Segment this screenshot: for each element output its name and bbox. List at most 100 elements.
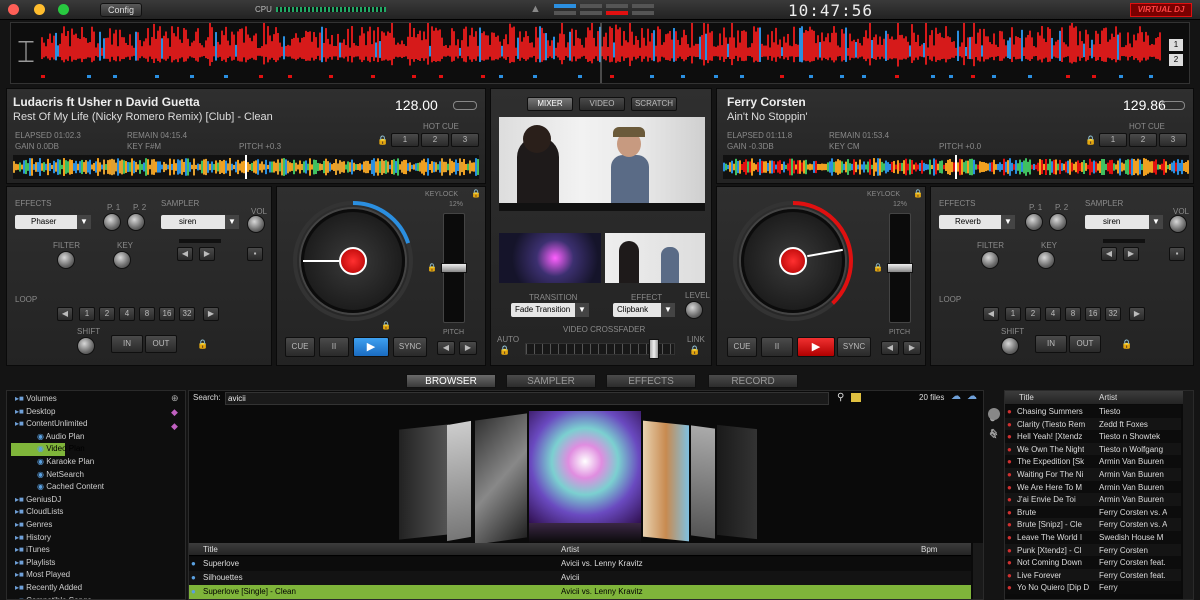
- folder-tree-item[interactable]: ▸■ Most Played: [11, 569, 185, 582]
- layout-preset-5[interactable]: [606, 4, 628, 8]
- side-list-row[interactable]: ● The Expedition [Sk Armin Van Buuren: [1005, 455, 1181, 468]
- deck-right-pause-button[interactable]: II: [761, 337, 793, 357]
- search-icon[interactable]: ⚲: [837, 392, 844, 403]
- layout-preset-3[interactable]: [580, 4, 602, 8]
- deck-left-pitch-up-button[interactable]: ▶: [459, 341, 477, 355]
- deck-right-sampler-dropdown-icon[interactable]: ▼: [1149, 215, 1163, 229]
- side-edit-icon[interactable]: ✎: [990, 428, 998, 439]
- close-window-button[interactable]: [8, 4, 19, 15]
- cover-art-1[interactable]: [399, 424, 449, 540]
- link-lock-icon[interactable]: 🔒: [689, 345, 700, 356]
- side-list-row[interactable]: ● We Own The Night Tiesto n Wolfgang: [1005, 442, 1181, 456]
- side-column-title[interactable]: Title: [1019, 391, 1034, 404]
- side-list-row[interactable]: ● Brute [Snipz] - Cle Ferry Corsten vs. A: [1005, 518, 1181, 531]
- folder-add-icon[interactable]: ⊕: [171, 393, 179, 404]
- deck-left-sampler-prev-button[interactable]: ◀: [177, 247, 193, 261]
- view-list-icon[interactable]: ☁: [951, 391, 961, 402]
- deck-left-sync-button[interactable]: SYNC: [393, 337, 427, 357]
- deck-right-shift-knob[interactable]: [1001, 337, 1019, 355]
- deck-right-filter-knob[interactable]: [981, 251, 999, 269]
- deck-right-sampler-select[interactable]: siren: [1085, 215, 1155, 229]
- folder-tree-item[interactable]: ◉ Video Plan: [11, 443, 85, 456]
- deck-left-loop-16[interactable]: 16: [159, 307, 175, 321]
- side-list-row[interactable]: ● Clarity (Tiesto Rem Zedd ft Foxes: [1005, 417, 1181, 431]
- deck-left-pause-button[interactable]: II: [319, 337, 349, 357]
- deck-right-pitch-up-button[interactable]: ▶: [903, 341, 921, 355]
- deck-right-cue-button[interactable]: CUE: [727, 337, 757, 357]
- deck-right-sampler-rec-button[interactable]: ▪: [1169, 247, 1185, 261]
- cover-art-6[interactable]: [691, 425, 715, 539]
- tab-effects[interactable]: EFFECTS: [606, 374, 696, 388]
- deck-right-loop-4[interactable]: 4: [1045, 307, 1061, 321]
- view-cover-icon[interactable]: ☁: [967, 391, 977, 402]
- folder-tree-item[interactable]: ▸■ History: [11, 532, 185, 545]
- layout-preset-2[interactable]: [554, 11, 576, 15]
- deck-left-waveform[interactable]: [13, 155, 479, 179]
- cover-art-3[interactable]: [475, 413, 527, 545]
- layout-preset-1[interactable]: [554, 4, 576, 8]
- folder-tree-item[interactable]: ▸■ Compatible Songs: [11, 595, 185, 600]
- deck-left-loop-lock-icon[interactable]: 🔒: [197, 339, 208, 350]
- deck-left-effect-select[interactable]: Phaser: [15, 215, 85, 229]
- side-list-row[interactable]: ● Chasing Summers Tiesto: [1005, 405, 1181, 418]
- side-list-row[interactable]: ● Not Coming Down Ferry Corsten feat.: [1005, 556, 1181, 569]
- deck-right-bpm-tap-button[interactable]: [1161, 101, 1185, 110]
- cover-art-5[interactable]: [643, 420, 689, 542]
- deck-right-pitch-down-button[interactable]: ◀: [881, 341, 899, 355]
- deck-left-effect-p1-knob[interactable]: [103, 213, 121, 231]
- deck-right-effect-p1-knob[interactable]: [1025, 213, 1043, 231]
- folder-tree-item[interactable]: ▸■ Desktop: [11, 406, 185, 419]
- search-input[interactable]: [225, 392, 829, 405]
- deck-right-sampler-vol-knob[interactable]: [1169, 215, 1187, 233]
- deck-left-loop-2[interactable]: 2: [99, 307, 115, 321]
- video-crossfader-handle[interactable]: [649, 339, 659, 359]
- layout-preset-6[interactable]: [606, 11, 628, 15]
- folder-tree-item[interactable]: ◉ NetSearch: [11, 469, 185, 482]
- column-artist[interactable]: Artist: [561, 543, 579, 556]
- side-list-row[interactable]: ● Punk [Xtendz] - Cl Ferry Corsten: [1005, 543, 1181, 557]
- column-bpm[interactable]: Bpm: [921, 543, 937, 556]
- deck-left-cue-button[interactable]: CUE: [285, 337, 315, 357]
- folder-tree-item[interactable]: ▸■ Genres: [11, 519, 185, 532]
- deck-right-loop-16[interactable]: 16: [1085, 307, 1101, 321]
- deck-left-loop-in-button[interactable]: IN: [111, 335, 143, 353]
- folder-tree-item[interactable]: ◉ Cached Content: [11, 481, 185, 494]
- auto-lock-icon[interactable]: 🔒: [499, 345, 510, 356]
- deck-left-loop-4[interactable]: 4: [119, 307, 135, 321]
- minimize-window-button[interactable]: [34, 4, 45, 15]
- deck-left-pitch-down-button[interactable]: ◀: [437, 341, 455, 355]
- deck-right-pitch-fader-handle[interactable]: [887, 263, 913, 273]
- deck-left-sampler-dropdown-icon[interactable]: ▼: [225, 215, 239, 229]
- folder-tree-item[interactable]: ◉ Karaoke Plan: [11, 456, 185, 469]
- mode-mixer-tab[interactable]: MIXER: [527, 97, 573, 111]
- deck-left-bpm-tap-button[interactable]: [453, 101, 477, 110]
- deck-left-pitch-lock-icon[interactable]: 🔒: [427, 263, 437, 272]
- layout-preset-8[interactable]: [632, 11, 654, 15]
- side-list-row[interactable]: ● Leave The World I Swedish House M: [1005, 530, 1181, 544]
- zoom-2-button[interactable]: 2: [1169, 54, 1183, 66]
- deck-left-sampler-select[interactable]: siren: [161, 215, 231, 229]
- deck-left-hotcue-1[interactable]: 1: [391, 133, 419, 147]
- deck-left-loop-down-button[interactable]: ◀: [57, 307, 73, 321]
- deck-right-key-knob[interactable]: [1037, 251, 1055, 269]
- deck-right-loop-1[interactable]: 1: [1005, 307, 1021, 321]
- deck-right-effect-select[interactable]: Reverb: [939, 215, 1009, 229]
- side-list-row[interactable]: ● Waiting For The Ni Armin Van Buuren: [1005, 467, 1181, 481]
- side-info-icon[interactable]: [988, 408, 1000, 420]
- deck-left-effect-p2-knob[interactable]: [127, 213, 145, 231]
- deck-right-hotcue-1[interactable]: 1: [1099, 133, 1127, 147]
- deck-right-effect-p2-knob[interactable]: [1049, 213, 1067, 231]
- deck-left-loop-32[interactable]: 32: [179, 307, 195, 321]
- folder-tree-item[interactable]: ▸■ Playlists: [11, 557, 185, 570]
- video-effect-dropdown-icon[interactable]: ▼: [661, 303, 675, 317]
- deck-right-keylock-icon[interactable]: 🔒: [913, 189, 923, 198]
- deck-right-loop-32[interactable]: 32: [1105, 307, 1121, 321]
- deck-left-sampler-play-button[interactable]: ▶: [199, 247, 215, 261]
- deck-right-sampler-play-button[interactable]: ▶: [1123, 247, 1139, 261]
- deck-right-loop-lock-icon[interactable]: 🔒: [1121, 339, 1132, 350]
- waveform-overview[interactable]: ⌶ 1 2: [10, 22, 1190, 84]
- deck-right-loop-in-button[interactable]: IN: [1035, 335, 1067, 353]
- cover-art-2[interactable]: [447, 420, 471, 542]
- deck-right-effect-dropdown-icon[interactable]: ▼: [1001, 215, 1015, 229]
- side-list-row[interactable]: ● Live Forever Ferry Corsten feat.: [1005, 568, 1181, 582]
